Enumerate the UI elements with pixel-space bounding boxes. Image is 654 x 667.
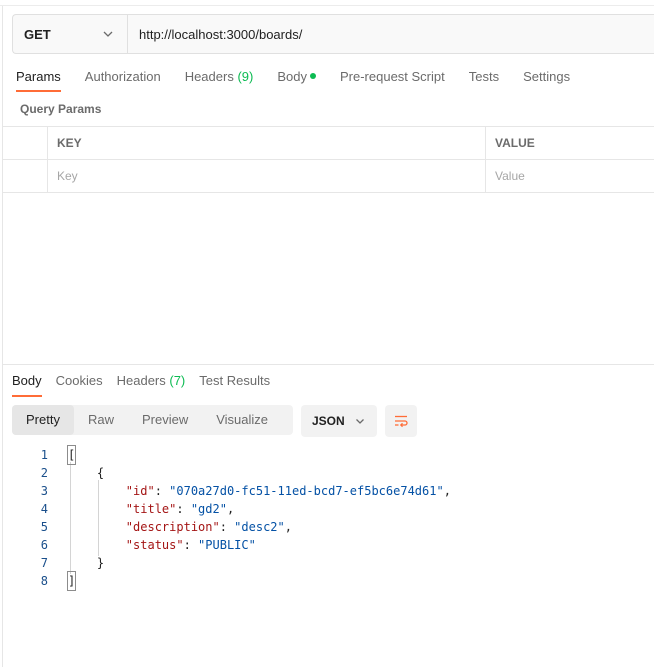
line-number: 7 bbox=[40, 556, 48, 570]
wrap-lines-button[interactable] bbox=[385, 405, 417, 437]
code-line: 2 { bbox=[0, 464, 654, 482]
tab-body-label: Body bbox=[277, 69, 307, 84]
pane-divider[interactable] bbox=[3, 364, 654, 365]
code-line: 6 "status": "PUBLIC" bbox=[0, 536, 654, 554]
code-token: [ bbox=[66, 445, 77, 465]
line-number: 1 bbox=[40, 448, 48, 462]
json-key: "status" bbox=[125, 538, 184, 552]
line-number: 6 bbox=[40, 538, 48, 552]
language-select[interactable]: JSON bbox=[301, 405, 377, 437]
body-indicator-dot bbox=[309, 73, 316, 79]
line-number: 3 bbox=[40, 484, 48, 498]
table-header-row: KEY VALUE bbox=[3, 127, 654, 160]
json-key: "id" bbox=[125, 484, 155, 498]
checkbox-column bbox=[3, 127, 48, 159]
chevron-down-icon bbox=[103, 31, 113, 37]
key-column-header: KEY bbox=[48, 127, 486, 159]
value-input[interactable]: Value bbox=[486, 160, 654, 192]
method-select[interactable]: GET bbox=[13, 15, 128, 53]
tab-cookies[interactable]: Cookies bbox=[56, 370, 103, 397]
json-string: "PUBLIC" bbox=[198, 538, 256, 552]
tab-tests[interactable]: Tests bbox=[469, 66, 499, 92]
raw-button[interactable]: Raw bbox=[74, 405, 128, 435]
format-toggle-group: Pretty Raw Preview Visualize bbox=[12, 405, 293, 435]
tab-test-results[interactable]: Test Results bbox=[199, 370, 270, 397]
json-string: "gd2" bbox=[190, 502, 227, 516]
url-bar: GET http://localhost:3000/boards/ bbox=[12, 14, 654, 54]
line-number: 2 bbox=[40, 466, 48, 480]
code-line: 5 "description": "desc2", bbox=[0, 518, 654, 536]
tab-response-headers-label: Headers bbox=[116, 373, 166, 388]
language-label: JSON bbox=[312, 414, 345, 428]
tab-headers-label: Headers bbox=[184, 69, 234, 84]
json-key: "description" bbox=[125, 520, 220, 534]
request-tabs: Params Authorization Headers (9) Body Pr… bbox=[16, 66, 594, 92]
response-headers-count: (7) bbox=[169, 373, 186, 388]
tab-authorization[interactable]: Authorization bbox=[85, 66, 161, 92]
value-column-header: VALUE bbox=[495, 136, 535, 150]
code-token: } bbox=[96, 556, 105, 570]
line-number: 8 bbox=[40, 574, 48, 588]
row-checkbox-cell bbox=[3, 160, 48, 192]
line-number: 5 bbox=[40, 520, 48, 534]
response-body-editor[interactable]: 1[ 2 { 3 "id": "070a27d0-fc51-11ed-bcd7-… bbox=[0, 445, 654, 591]
method-label: GET bbox=[24, 26, 51, 42]
query-params-title: Query Params bbox=[20, 102, 102, 116]
table-row: Key Value bbox=[3, 160, 654, 193]
url-input[interactable]: http://localhost:3000/boards/ bbox=[128, 27, 302, 42]
code-line: 7 } bbox=[0, 554, 654, 572]
tab-headers[interactable]: Headers (9) bbox=[185, 66, 254, 92]
key-input[interactable]: Key bbox=[48, 160, 486, 192]
code-line: 8] bbox=[0, 571, 654, 591]
top-border bbox=[0, 0, 654, 6]
tab-response-body[interactable]: Body bbox=[12, 370, 42, 397]
tab-response-headers[interactable]: Headers (7) bbox=[117, 370, 186, 397]
code-line: 3 "id": "070a27d0-fc51-11ed-bcd7-ef5bc6e… bbox=[0, 482, 654, 500]
line-number: 4 bbox=[40, 502, 48, 516]
headers-count: (9) bbox=[237, 69, 254, 84]
code-line: 4 "title": "gd2", bbox=[0, 500, 654, 518]
tab-params[interactable]: Params bbox=[16, 66, 61, 92]
tab-settings[interactable]: Settings bbox=[523, 66, 570, 92]
wrap-lines-icon bbox=[395, 415, 408, 428]
preview-button[interactable]: Preview bbox=[128, 405, 202, 435]
query-params-table: KEY VALUE Key Value bbox=[3, 126, 654, 193]
code-token: { bbox=[96, 466, 105, 480]
json-string: "070a27d0-fc51-11ed-bcd7-ef5bc6e74d61" bbox=[169, 484, 444, 498]
tab-prerequest-script[interactable]: Pre-request Script bbox=[340, 66, 445, 92]
tab-body[interactable]: Body bbox=[277, 66, 316, 92]
json-key: "title" bbox=[125, 502, 177, 516]
chevron-down-icon bbox=[356, 419, 364, 424]
response-tabs: Body Cookies Headers (7) Test Results bbox=[12, 370, 284, 397]
pretty-button[interactable]: Pretty bbox=[12, 405, 74, 435]
json-string: "desc2" bbox=[234, 520, 285, 534]
code-line: 1[ bbox=[0, 445, 654, 465]
visualize-button[interactable]: Visualize bbox=[202, 405, 282, 435]
code-token: ] bbox=[66, 571, 77, 591]
